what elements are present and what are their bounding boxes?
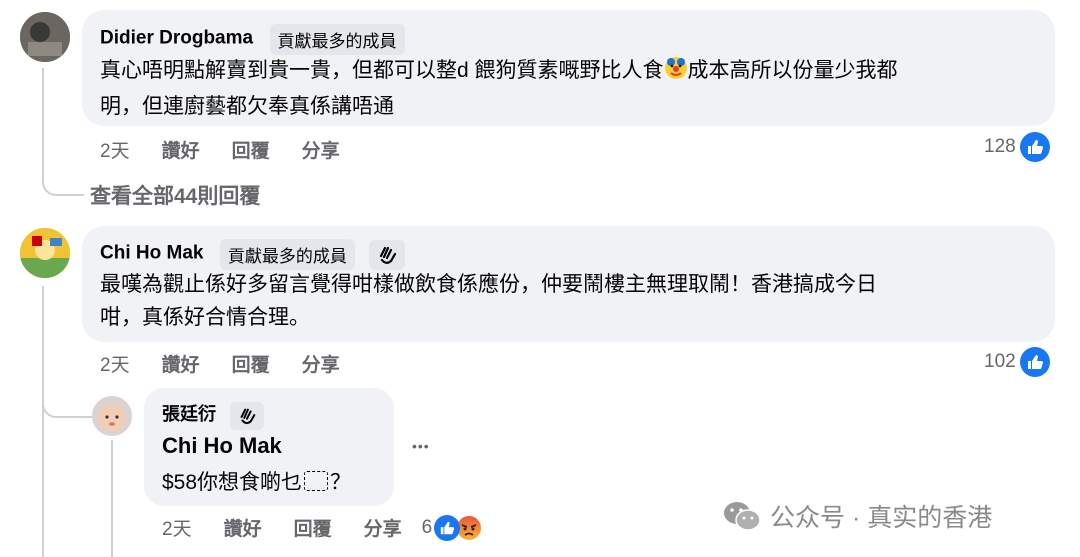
like-count[interactable]: 102 [984, 347, 1050, 377]
thread-line-1 [42, 68, 44, 178]
mention-tag[interactable]: Chi Ho Mak [162, 433, 282, 459]
comment-text-line: 明，但連廚藝都欠奉真係講唔通 [100, 95, 394, 118]
thumbs-up-icon [1019, 347, 1050, 377]
reply-timestamp[interactable]: 2天 [162, 514, 192, 541]
thread-line-1-curve [42, 176, 84, 196]
comment-author[interactable]: Chi Ho Mak [100, 243, 203, 264]
comment-author[interactable]: Didier Drogbama [100, 28, 253, 49]
like-count[interactable]: 128 [984, 132, 1050, 162]
comment-text-line: 真心唔明點解賣到貴一貴，但都可以整d 餵狗質素嘅野比人食 [100, 59, 664, 82]
avatar-image-icon [20, 12, 70, 62]
view-all-replies-link[interactable]: 查看全部44則回覆 [90, 180, 260, 210]
watermark-text: 公众号 · 真实的香港 [770, 504, 993, 532]
reply-text: $58你想食啲乜 [162, 471, 303, 494]
like-button[interactable]: 讚好 [162, 136, 200, 163]
like-button[interactable]: 讚好 [224, 514, 262, 541]
waving-hand-badge-icon [230, 401, 265, 430]
contributor-badge: 貢獻最多的成員 [219, 239, 355, 270]
reply-button[interactable]: 回覆 [232, 136, 270, 163]
clown-emoji-icon [664, 56, 688, 90]
like-button[interactable]: 讚好 [162, 350, 200, 377]
unknown-glyph-icon [304, 471, 329, 491]
waving-hand-badge-icon [369, 239, 406, 270]
avatar[interactable] [20, 228, 70, 278]
avatar[interactable] [92, 396, 132, 436]
comment-bubble: Chi Ho Mak 貢獻最多的成員 最嘆為觀止係好多留言覺得咁樣做飲食係應份，… [82, 226, 1055, 342]
thumbs-up-icon [434, 514, 461, 541]
reply-bubble: 張廷衍 Chi Ho Mak $58你想食啲乜 ？ [144, 388, 394, 506]
avatar[interactable] [20, 12, 70, 62]
more-options-button[interactable]: ••• [412, 438, 430, 454]
thread-line-2 [42, 286, 44, 557]
thread-line-3 [111, 440, 113, 557]
reply-button[interactable]: 回覆 [294, 514, 332, 541]
like-count-text: 128 [984, 136, 1016, 157]
thread-line-2-curve [42, 396, 92, 418]
comment-text-line: 咁，真係好合情合理。 [100, 306, 310, 329]
comment-timestamp[interactable]: 2天 [100, 350, 130, 377]
thumbs-up-icon [1019, 132, 1050, 162]
contributor-badge: 貢獻最多的成員 [269, 24, 405, 55]
reply-author[interactable]: 張廷衍 [162, 404, 216, 424]
comment-text-line: 成本高所以份量少我都 [687, 59, 898, 82]
reply-text-suffix: ？ [330, 471, 352, 494]
reaction-count[interactable]: 6 [422, 517, 433, 539]
share-button[interactable]: 分享 [302, 350, 340, 377]
comment-text-line: 最嘆為觀止係好多留言覺得咁樣做飲食係應份，仲要鬧樓主無理取鬧！香港搞成今日 [100, 273, 877, 296]
like-count-text: 102 [984, 351, 1016, 372]
angry-reaction-icon [456, 515, 482, 541]
wechat-icon [722, 500, 762, 532]
comment-timestamp[interactable]: 2天 [100, 136, 130, 163]
share-button[interactable]: 分享 [364, 514, 402, 541]
reply-button[interactable]: 回覆 [232, 350, 270, 377]
comment-bubble: Didier Drogbama 貢獻最多的成員 真心唔明點解賣到貴一貴，但都可以… [82, 10, 1055, 126]
share-button[interactable]: 分享 [302, 136, 340, 163]
avatar-image-icon [92, 396, 132, 436]
avatar-image-icon [20, 228, 70, 278]
